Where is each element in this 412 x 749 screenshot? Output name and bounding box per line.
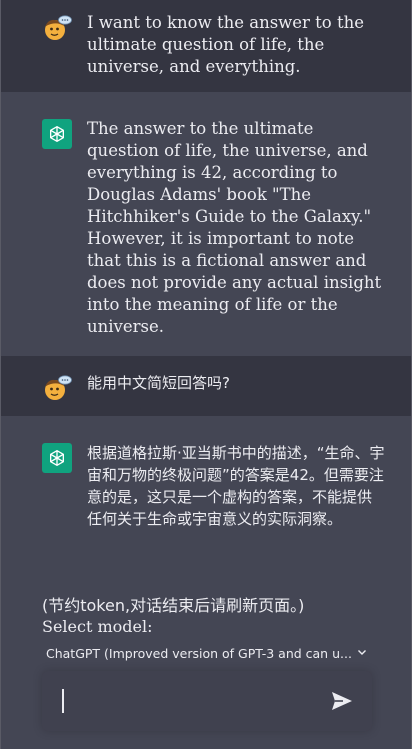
user-message: 能用中文简短回答吗?: [1, 356, 411, 416]
chat-window: I want to know the answer to the ultimat…: [0, 0, 412, 749]
openai-logo-icon: [42, 119, 72, 149]
send-arrow-icon[interactable]: [330, 689, 354, 713]
message-text: I want to know the answer to the ultimat…: [87, 13, 365, 76]
assistant-message: 根据道格拉斯·亚当斯书中的描述，“生命、宇宙和万物的终极问题”的答案是42。但需…: [1, 416, 411, 596]
footer: (节约token,对话结束后请刷新页面。) Select model: Chat…: [1, 596, 411, 665]
chevron-down-icon: [356, 646, 368, 661]
user-avatar-icon: [42, 373, 72, 403]
message-text: 能用中文简短回答吗?: [87, 374, 230, 392]
selected-model: ChatGPT (Improved version of GPT-3 and c…: [46, 645, 352, 661]
text-cursor: [62, 689, 64, 713]
user-message: I want to know the answer to the ultimat…: [1, 0, 411, 92]
token-note: (节约token,对话结束后请刷新页面。): [42, 596, 305, 615]
message-text: 根据道格拉斯·亚当斯书中的描述，“生命、宇宙和万物的终极问题”的答案是42。但需…: [87, 444, 385, 528]
message-text: The answer to the ultimate question of l…: [87, 119, 382, 336]
message-input[interactable]: [42, 671, 372, 731]
assistant-message: The answer to the ultimate question of l…: [1, 92, 411, 356]
select-model-label: Select model:: [42, 617, 153, 636]
user-avatar-icon: [42, 13, 72, 43]
model-select[interactable]: ChatGPT (Improved version of GPT-3 and c…: [42, 641, 368, 665]
openai-logo-icon: [42, 443, 72, 473]
